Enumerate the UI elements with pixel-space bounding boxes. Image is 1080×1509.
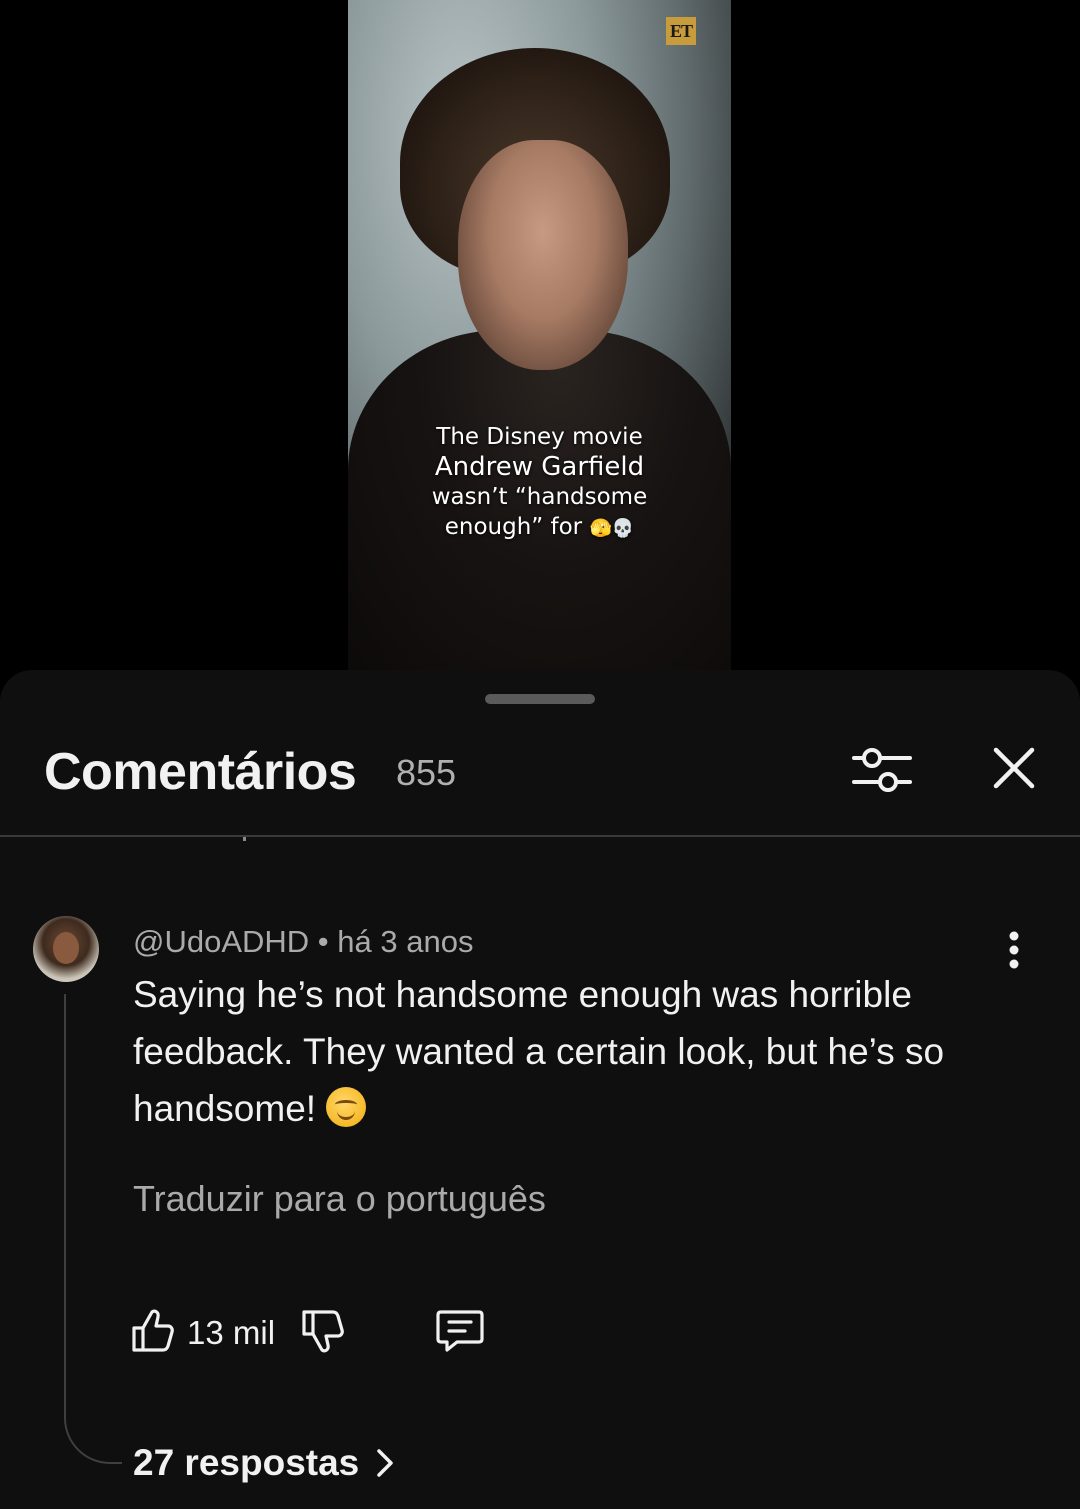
avatar-face (53, 932, 79, 964)
reply-comment-icon (436, 1310, 484, 1352)
caption-emojis: 🫣💀 (589, 518, 635, 539)
chevron-right-icon (377, 1449, 393, 1477)
caption-line-1: The Disney movie (436, 424, 643, 450)
translate-link[interactable]: Traduzir para o português (133, 1178, 546, 1220)
brand-badge: ET (666, 17, 696, 45)
thumbs-down-icon (302, 1310, 344, 1353)
comment-author[interactable]: @UdoADHD (133, 924, 309, 959)
replies-label: 27 respostas (133, 1442, 360, 1483)
comments-count: 855 (396, 752, 457, 793)
comment-time: há 3 anos (337, 924, 474, 959)
like-count: 13 mil (187, 1314, 276, 1351)
avatar[interactable] (33, 916, 99, 982)
caption-line-4: enough” for (444, 514, 583, 540)
close-icon (993, 747, 1035, 789)
video-frame[interactable]: ET The Disney movie Andrew Garfield wasn… (348, 0, 731, 680)
sort-filter-button[interactable] (848, 738, 916, 802)
meta-separator: • (309, 924, 338, 959)
like-button[interactable] (130, 1306, 176, 1354)
close-button[interactable] (980, 738, 1048, 802)
scroll-remnant (243, 837, 246, 841)
comment-text: Saying he’s not handsome enough was horr… (133, 974, 945, 1129)
comments-sheet: Comentários 855 @UdoADHD • há 3 anos Say… (0, 670, 1080, 1509)
video-player[interactable]: ET The Disney movie Andrew Garfield wasn… (0, 0, 1080, 680)
dislike-button[interactable] (300, 1308, 346, 1356)
caption-line-3: wasn’t “handsome (431, 484, 648, 510)
comment-body: Saying he’s not handsome enough was horr… (133, 966, 1013, 1137)
smiling-face-icon (326, 1087, 367, 1127)
thumbs-up-icon (132, 1309, 174, 1352)
video-caption: The Disney movie Andrew Garfield wasn’t … (388, 422, 691, 544)
comments-title: Comentários (44, 743, 357, 801)
comment-actions: 13 mil (130, 1306, 530, 1356)
sort-filter-icon (852, 748, 912, 792)
header-divider (0, 835, 1080, 837)
view-replies-button[interactable]: 27 respostas (133, 1442, 395, 1484)
comment-meta: @UdoADHD • há 3 anos (133, 924, 473, 960)
reply-button[interactable] (435, 1306, 485, 1354)
thread-line (64, 994, 122, 1464)
video-subject-face (458, 140, 628, 370)
caption-line-2: Andrew Garfield (434, 452, 645, 482)
drag-handle[interactable] (485, 694, 595, 704)
